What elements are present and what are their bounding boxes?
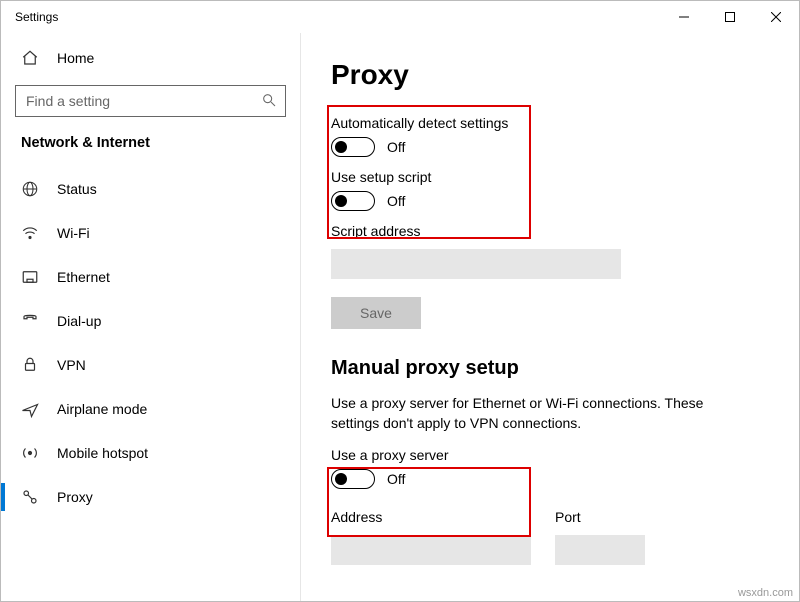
titlebar: Settings — [1, 1, 799, 33]
auto-detect-toggle[interactable] — [331, 137, 375, 157]
window-title: Settings — [15, 10, 58, 24]
airplane-icon — [21, 400, 39, 418]
setup-script-toggle[interactable] — [331, 191, 375, 211]
script-address-label: Script address — [331, 223, 775, 239]
wifi-icon — [21, 224, 39, 242]
sidebar: Home Find a setting Network & Internet S… — [1, 33, 301, 601]
watermark: wsxdn.com — [738, 587, 793, 599]
use-proxy-toggle[interactable] — [331, 469, 375, 489]
use-proxy-state: Off — [387, 471, 405, 487]
sidebar-item-wifi[interactable]: Wi-Fi — [1, 211, 300, 255]
sidebar-item-label: Dial-up — [57, 313, 101, 329]
manual-section-title: Manual proxy setup — [331, 357, 775, 380]
save-button[interactable]: Save — [331, 297, 421, 329]
proxy-icon — [21, 488, 39, 506]
search-icon — [261, 92, 277, 111]
sidebar-item-label: VPN — [57, 357, 86, 373]
close-button[interactable] — [753, 1, 799, 33]
hotspot-icon — [21, 444, 39, 462]
setup-script-state: Off — [387, 193, 405, 209]
auto-detect-label: Automatically detect settings — [331, 115, 775, 131]
home-link[interactable]: Home — [1, 39, 300, 77]
globe-icon — [21, 180, 39, 198]
search-input[interactable]: Find a setting — [15, 85, 286, 117]
sidebar-item-label: Airplane mode — [57, 401, 147, 417]
sidebar-item-label: Wi-Fi — [57, 225, 90, 241]
home-label: Home — [57, 50, 94, 66]
sidebar-item-status[interactable]: Status — [1, 167, 300, 211]
sidebar-item-label: Mobile hotspot — [57, 445, 148, 461]
ethernet-icon — [21, 268, 39, 286]
sidebar-item-vpn[interactable]: VPN — [1, 343, 300, 387]
minimize-button[interactable] — [661, 1, 707, 33]
maximize-button[interactable] — [707, 1, 753, 33]
setup-script-label: Use setup script — [331, 169, 775, 185]
manual-description: Use a proxy server for Ethernet or Wi-Fi… — [331, 394, 751, 433]
script-address-input[interactable] — [331, 249, 621, 279]
page-title: Proxy — [331, 59, 775, 91]
dialup-icon — [21, 312, 39, 330]
sidebar-item-label: Ethernet — [57, 269, 110, 285]
sidebar-item-proxy[interactable]: Proxy — [1, 475, 300, 519]
address-input[interactable] — [331, 535, 531, 565]
main-content: Proxy Automatically detect settings Off … — [301, 33, 799, 601]
window-buttons — [661, 1, 799, 33]
home-icon — [21, 49, 39, 67]
address-label: Address — [331, 509, 531, 525]
sidebar-item-dialup[interactable]: Dial-up — [1, 299, 300, 343]
auto-detect-state: Off — [387, 139, 405, 155]
sidebar-item-airplane[interactable]: Airplane mode — [1, 387, 300, 431]
port-label: Port — [555, 509, 645, 525]
sidebar-item-ethernet[interactable]: Ethernet — [1, 255, 300, 299]
use-proxy-label: Use a proxy server — [331, 447, 775, 463]
sidebar-item-label: Proxy — [57, 489, 93, 505]
sidebar-item-hotspot[interactable]: Mobile hotspot — [1, 431, 300, 475]
port-input[interactable] — [555, 535, 645, 565]
vpn-icon — [21, 356, 39, 374]
search-placeholder: Find a setting — [26, 93, 110, 109]
section-label: Network & Internet — [1, 131, 300, 167]
sidebar-item-label: Status — [57, 181, 97, 197]
